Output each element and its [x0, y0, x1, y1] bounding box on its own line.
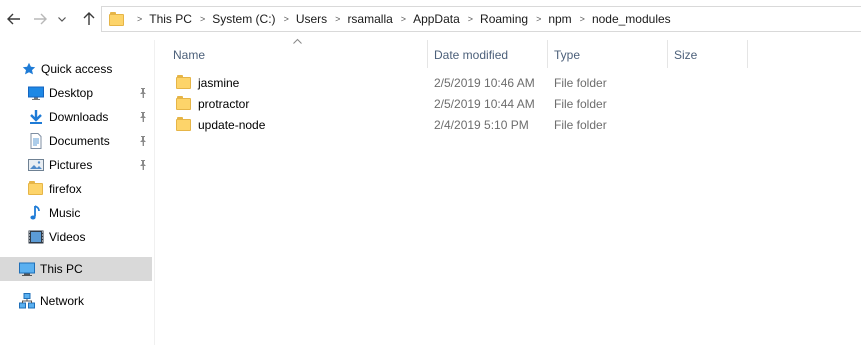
file-row-protractor[interactable]: protractor 2/5/2019 10:44 AM File folder: [172, 93, 652, 114]
star-icon: [22, 62, 36, 76]
nav-quick-access[interactable]: Quick access: [22, 58, 112, 80]
column-divider[interactable]: [547, 40, 548, 68]
file-name: jasmine: [198, 75, 240, 90]
back-button[interactable]: [4, 9, 24, 29]
chevron-right-icon[interactable]: >: [192, 14, 212, 24]
chevron-right-icon[interactable]: >: [528, 14, 548, 24]
nav-label: firefox: [49, 182, 82, 196]
name-cell: protractor: [176, 93, 249, 114]
nav-label: Downloads: [49, 110, 109, 124]
file-row-jasmine[interactable]: jasmine 2/5/2019 10:46 AM File folder: [172, 72, 652, 93]
nav-label: Videos: [49, 230, 86, 244]
address-bar[interactable]: > This PC > System (C:) > Users > rsamal…: [101, 6, 861, 32]
nav-item-pictures[interactable]: Pictures: [28, 154, 92, 176]
type-cell: File folder: [554, 75, 607, 90]
column-header-name[interactable]: Name: [173, 44, 423, 66]
pin-icon[interactable]: [139, 160, 147, 170]
type-cell: File folder: [554, 117, 607, 132]
pin-icon[interactable]: [139, 112, 147, 122]
nav-item-desktop[interactable]: Desktop: [28, 82, 93, 104]
folder-icon: [28, 181, 44, 197]
chevron-right-icon: >: [137, 14, 143, 24]
column-header-size[interactable]: Size: [674, 44, 744, 66]
nav-label: Documents: [49, 134, 110, 148]
network-icon: [19, 293, 35, 309]
column-divider[interactable]: [427, 40, 428, 68]
pane-divider[interactable]: [154, 40, 155, 345]
nav-item-downloads[interactable]: Downloads: [28, 106, 108, 128]
forward-arrow-icon: [34, 13, 47, 25]
chevron-right-icon[interactable]: >: [276, 14, 296, 24]
breadcrumb-npm[interactable]: npm: [548, 12, 571, 26]
up-arrow-icon: [83, 12, 95, 25]
chevron-right-icon[interactable]: >: [572, 14, 592, 24]
folder-icon: [176, 95, 192, 112]
column-divider[interactable]: [667, 40, 668, 68]
folder-icon: [176, 116, 192, 133]
recent-locations-button[interactable]: [55, 9, 69, 29]
file-row-update-node[interactable]: update-node 2/4/2019 5:10 PM File folder: [172, 114, 652, 135]
folder-icon: [109, 12, 124, 26]
name-cell: update-node: [176, 114, 265, 135]
breadcrumb-rsamalla[interactable]: rsamalla: [347, 12, 392, 26]
folder-icon: [176, 74, 192, 91]
nav-item-videos[interactable]: Videos: [28, 226, 85, 248]
file-name: protractor: [198, 96, 250, 111]
column-header-date-modified[interactable]: Date modified: [434, 44, 544, 66]
nav-label: Music: [49, 206, 81, 220]
breadcrumb: > This PC > System (C:) > Users > rsamal…: [129, 7, 671, 31]
nav-label: Pictures: [49, 158, 93, 172]
computer-icon: [19, 261, 35, 277]
navigation-bar: > This PC > System (C:) > Users > rsamal…: [0, 0, 861, 38]
nav-network[interactable]: Network: [19, 290, 84, 312]
breadcrumb-this-pc[interactable]: This PC: [149, 12, 192, 26]
pictures-icon: [28, 157, 44, 173]
chevron-right-icon[interactable]: >: [393, 14, 413, 24]
downloads-icon: [28, 109, 44, 125]
date-cell: 2/5/2019 10:46 AM: [434, 75, 535, 90]
date-cell: 2/4/2019 5:10 PM: [434, 117, 529, 132]
breadcrumb-roaming[interactable]: Roaming: [480, 12, 528, 26]
pin-icon[interactable]: [139, 136, 147, 146]
videos-icon: [28, 229, 44, 245]
desktop-icon: [28, 85, 44, 101]
nav-item-firefox[interactable]: firefox: [28, 178, 82, 200]
nav-label: Desktop: [49, 86, 94, 100]
nav-label: Network: [40, 294, 85, 308]
file-name: update-node: [198, 117, 266, 132]
pin-icon[interactable]: [139, 88, 147, 98]
column-divider[interactable]: [747, 40, 748, 68]
nav-item-documents[interactable]: Documents: [28, 130, 110, 152]
nav-item-music[interactable]: Music: [28, 202, 80, 224]
nav-label: This PC: [40, 262, 83, 276]
up-button[interactable]: [79, 9, 99, 29]
type-cell: File folder: [554, 96, 607, 111]
chevron-down-icon: [58, 16, 66, 22]
breadcrumb-appdata[interactable]: AppData: [413, 12, 460, 26]
documents-icon: [28, 133, 44, 149]
chevron-right-icon[interactable]: >: [327, 14, 347, 24]
chevron-right-icon[interactable]: >: [460, 14, 480, 24]
back-arrow-icon: [7, 13, 20, 25]
music-icon: [28, 205, 44, 221]
nav-this-pc[interactable]: This PC: [19, 258, 83, 280]
nav-label: Quick access: [41, 62, 113, 76]
breadcrumb-system-c[interactable]: System (C:): [212, 12, 275, 26]
forward-button[interactable]: [30, 9, 50, 29]
breadcrumb-node-modules[interactable]: node_modules: [592, 12, 671, 26]
column-header-type[interactable]: Type: [554, 44, 664, 66]
breadcrumb-users[interactable]: Users: [296, 12, 327, 26]
date-cell: 2/5/2019 10:44 AM: [434, 96, 535, 111]
name-cell: jasmine: [176, 72, 239, 93]
